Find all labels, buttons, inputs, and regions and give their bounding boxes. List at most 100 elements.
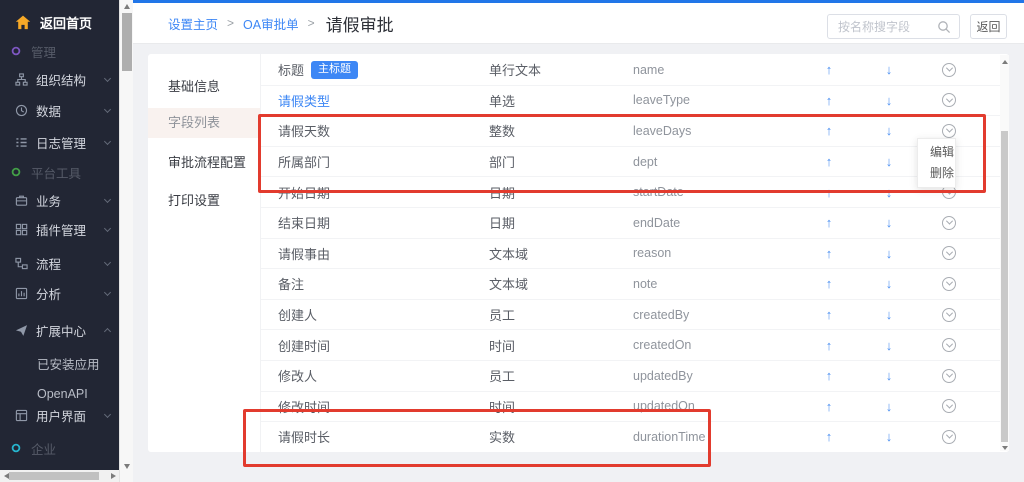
ui-grid-icon bbox=[14, 408, 28, 422]
field-label: 开始日期 bbox=[278, 183, 489, 202]
sidebar-item-plugin-management[interactable]: 插件管理 bbox=[0, 218, 119, 240]
row-more-icon[interactable] bbox=[929, 246, 969, 260]
back-home-label: 返回首页 bbox=[40, 13, 92, 32]
breadcrumb-settings-home[interactable]: 设置主页 bbox=[168, 14, 218, 33]
move-up-icon[interactable]: ↑ bbox=[809, 338, 849, 353]
move-down-icon[interactable]: ↓ bbox=[869, 246, 909, 261]
move-up-icon[interactable]: ↑ bbox=[809, 154, 849, 169]
tab-approval-flow-config[interactable]: 审批流程配置 bbox=[148, 148, 260, 178]
move-up-icon[interactable]: ↑ bbox=[809, 368, 849, 383]
move-down-icon[interactable]: ↓ bbox=[869, 123, 909, 138]
sidebar-item-org-structure[interactable]: 组织结构 bbox=[0, 68, 119, 90]
sidebar-back-home[interactable]: 返回首页 bbox=[0, 9, 119, 35]
field-label: 请假事由 bbox=[278, 244, 489, 263]
sidebar-item-user-interface[interactable]: 用户界面 bbox=[0, 404, 119, 426]
row-more-icon[interactable] bbox=[929, 430, 969, 444]
vertical-scroll-thumb[interactable] bbox=[122, 13, 132, 71]
tab-print-settings[interactable]: 打印设置 bbox=[148, 186, 260, 216]
search-input[interactable] bbox=[828, 20, 937, 34]
move-down-icon[interactable]: ↓ bbox=[869, 429, 909, 444]
move-down-icon[interactable]: ↓ bbox=[869, 276, 909, 291]
field-type: 员工 bbox=[489, 366, 633, 385]
table-row: 请假事由 文本域 reason ↑ ↓ bbox=[261, 239, 1000, 270]
row-more-icon[interactable] bbox=[929, 399, 969, 413]
scroll-right-button[interactable] bbox=[107, 470, 119, 482]
search-icon bbox=[937, 20, 951, 34]
chart-icon bbox=[14, 286, 28, 300]
move-up-icon[interactable]: ↑ bbox=[809, 307, 849, 322]
table-row: 请假类型 单选 leaveType ↑ ↓ bbox=[261, 86, 1000, 117]
field-label: 修改时间 bbox=[278, 397, 489, 416]
move-down-icon[interactable]: ↓ bbox=[869, 185, 909, 200]
row-more-icon[interactable] bbox=[929, 338, 969, 352]
move-down-icon[interactable]: ↓ bbox=[869, 307, 909, 322]
sidebar-item-data[interactable]: 数据 bbox=[0, 99, 119, 121]
move-up-icon[interactable]: ↑ bbox=[809, 62, 849, 77]
row-more-icon[interactable] bbox=[929, 216, 969, 230]
move-down-icon[interactable]: ↓ bbox=[869, 215, 909, 230]
move-down-icon[interactable]: ↓ bbox=[869, 338, 909, 353]
sidebar-item-installed-apps[interactable]: 已安装应用 bbox=[0, 352, 119, 374]
move-down-icon[interactable]: ↓ bbox=[869, 154, 909, 169]
field-type: 日期 bbox=[489, 213, 633, 232]
scroll-down-button[interactable] bbox=[1000, 443, 1009, 453]
move-down-icon[interactable]: ↓ bbox=[869, 368, 909, 383]
table-row: 请假天数 整数 leaveDays ↑ ↓ bbox=[261, 116, 1000, 147]
sidebar-item-business[interactable]: 业务 bbox=[0, 189, 119, 211]
tab-field-list[interactable]: 字段列表 bbox=[148, 108, 260, 138]
chevron-down-icon bbox=[104, 225, 111, 232]
menu-item-edit[interactable]: 编辑 bbox=[918, 142, 955, 163]
sidebar-item-openapi[interactable]: OpenAPI bbox=[0, 383, 119, 405]
field-label-text: 请假天数 bbox=[278, 121, 330, 140]
field-type: 时间 bbox=[489, 336, 633, 355]
horizontal-scroll-thumb[interactable] bbox=[9, 472, 99, 480]
move-up-icon[interactable]: ↑ bbox=[809, 276, 849, 291]
sidebar-item-log-management[interactable]: 日志管理 bbox=[0, 131, 119, 153]
field-label: 结束日期 bbox=[278, 213, 489, 232]
move-down-icon[interactable]: ↓ bbox=[869, 93, 909, 108]
scroll-up-button[interactable] bbox=[1000, 57, 1009, 67]
row-more-icon[interactable] bbox=[929, 308, 969, 322]
vertical-scroll-thumb[interactable] bbox=[1001, 131, 1008, 442]
sidebar-item-extension-center[interactable]: 扩展中心 bbox=[0, 319, 119, 341]
field-label-text: 创建时间 bbox=[278, 336, 330, 355]
main-area: 设置主页 > OA审批单 > 请假审批 返回 基础信息 字段列表 审批流程配置 … bbox=[133, 0, 1024, 482]
menu-item-delete[interactable]: 删除 bbox=[918, 163, 955, 184]
clock-icon bbox=[14, 103, 28, 117]
scroll-up-button[interactable] bbox=[120, 0, 134, 12]
row-more-icon[interactable] bbox=[929, 369, 969, 383]
move-up-icon[interactable]: ↑ bbox=[809, 399, 849, 414]
sidebar-vertical-scrollbar bbox=[119, 0, 133, 482]
table-row: 请假时长 实数 durationTime ↑ ↓ bbox=[261, 422, 1000, 452]
field-label: 请假类型 bbox=[278, 91, 489, 110]
tab-basic-info[interactable]: 基础信息 bbox=[148, 72, 260, 102]
sidebar-item-analytics[interactable]: 分析 bbox=[0, 282, 119, 304]
move-down-icon[interactable]: ↓ bbox=[869, 62, 909, 77]
breadcrumb-oa-approval-form[interactable]: OA审批单 bbox=[243, 14, 299, 33]
row-more-icon[interactable] bbox=[929, 93, 969, 107]
move-up-icon[interactable]: ↑ bbox=[809, 246, 849, 261]
chevron-down-icon bbox=[104, 106, 111, 113]
field-type: 实数 bbox=[489, 427, 633, 446]
sidebar-item-enterprise[interactable]: 企业 bbox=[0, 437, 119, 459]
move-up-icon[interactable]: ↑ bbox=[809, 93, 849, 108]
field-label-text: 结束日期 bbox=[278, 213, 330, 232]
row-more-icon[interactable] bbox=[929, 124, 969, 138]
move-down-icon[interactable]: ↓ bbox=[869, 399, 909, 414]
move-up-icon[interactable]: ↑ bbox=[809, 185, 849, 200]
row-more-icon[interactable] bbox=[929, 63, 969, 77]
table-row: 所属部门 部门 dept ↑ ↓ bbox=[261, 147, 1000, 178]
move-up-icon[interactable]: ↑ bbox=[809, 429, 849, 444]
field-label: 创建时间 bbox=[278, 336, 489, 355]
row-more-icon[interactable] bbox=[929, 277, 969, 291]
move-up-icon[interactable]: ↑ bbox=[809, 215, 849, 230]
table-row: 结束日期 日期 endDate ↑ ↓ bbox=[261, 208, 1000, 239]
move-up-icon[interactable]: ↑ bbox=[809, 123, 849, 138]
chevron-down-icon bbox=[104, 411, 111, 418]
back-button[interactable]: 返回 bbox=[970, 14, 1007, 39]
scroll-down-button[interactable] bbox=[120, 460, 134, 472]
sidebar-item-platform-tools[interactable]: 平台工具 bbox=[0, 161, 119, 183]
sidebar-item-workflow[interactable]: 流程 bbox=[0, 252, 119, 274]
sidebar-item-management[interactable]: 管理 bbox=[0, 40, 119, 62]
table-row: 备注 文本域 note ↑ ↓ bbox=[261, 269, 1000, 300]
